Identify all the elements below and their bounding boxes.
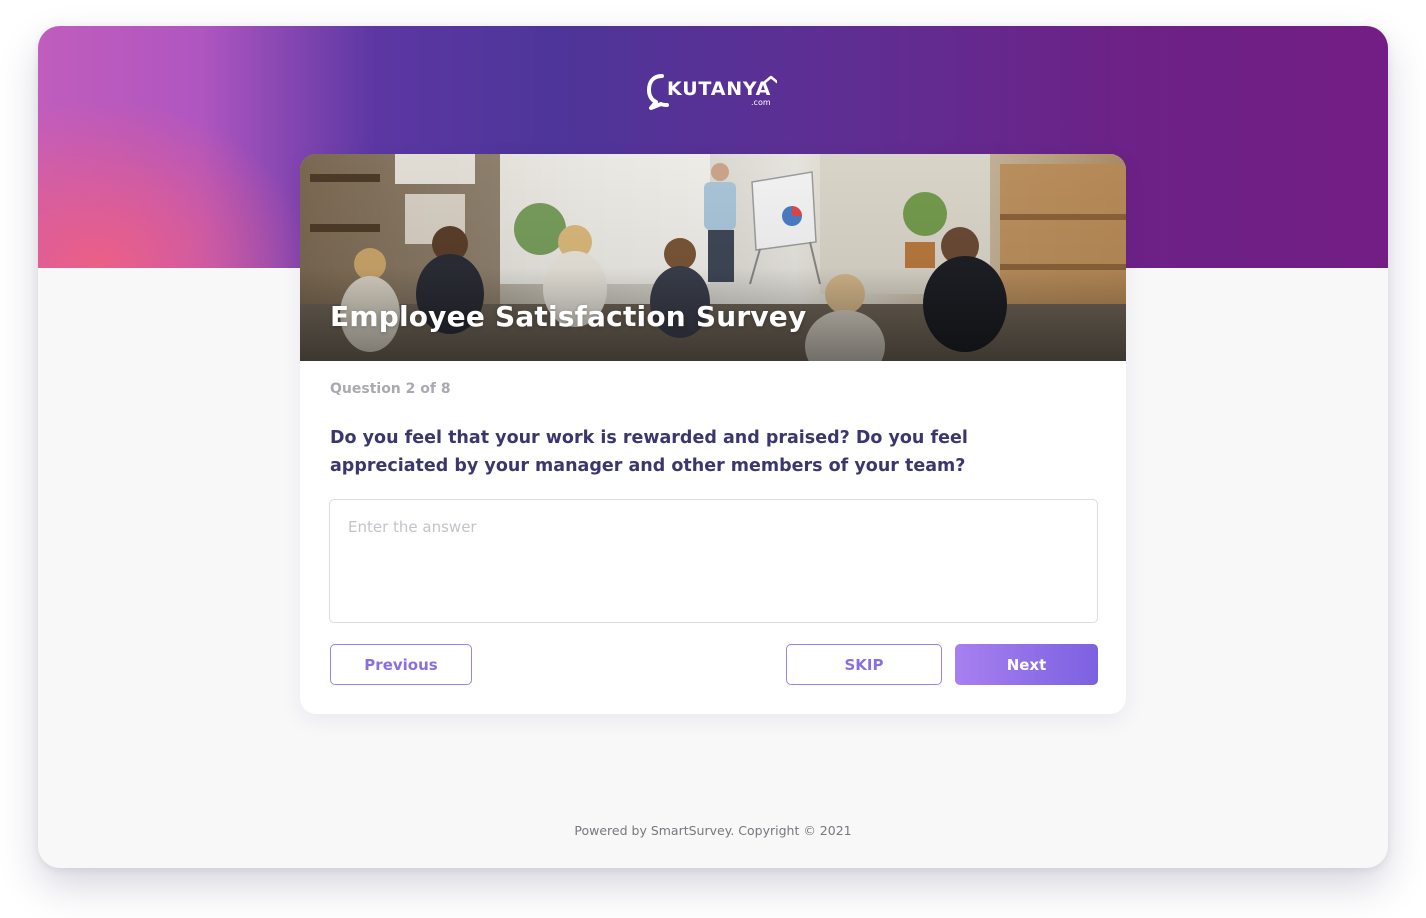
answer-textarea[interactable]: [329, 499, 1098, 623]
footer-copyright: Powered by SmartSurvey. Copyright © 2021: [574, 823, 852, 838]
banner-image: Employee Satisfaction Survey: [300, 154, 1126, 361]
logo-suffix: .com: [751, 98, 771, 107]
survey-card: Employee Satisfaction Survey Question 2 …: [300, 154, 1126, 714]
previous-button[interactable]: Previous: [330, 644, 472, 685]
brand-logo[interactable]: KUTANYA .com: [647, 72, 777, 112]
next-button[interactable]: Next: [955, 644, 1098, 685]
logo-wordmark: KUTANYA: [667, 78, 772, 100]
survey-title: Employee Satisfaction Survey: [330, 300, 807, 333]
question-progress: Question 2 of 8: [330, 381, 451, 397]
skip-button[interactable]: SKIP: [786, 644, 942, 685]
survey-window: KUTANYA .com Employee Satisfaction Surve…: [38, 26, 1388, 868]
question-text: Do you feel that your work is rewarded a…: [330, 428, 968, 476]
